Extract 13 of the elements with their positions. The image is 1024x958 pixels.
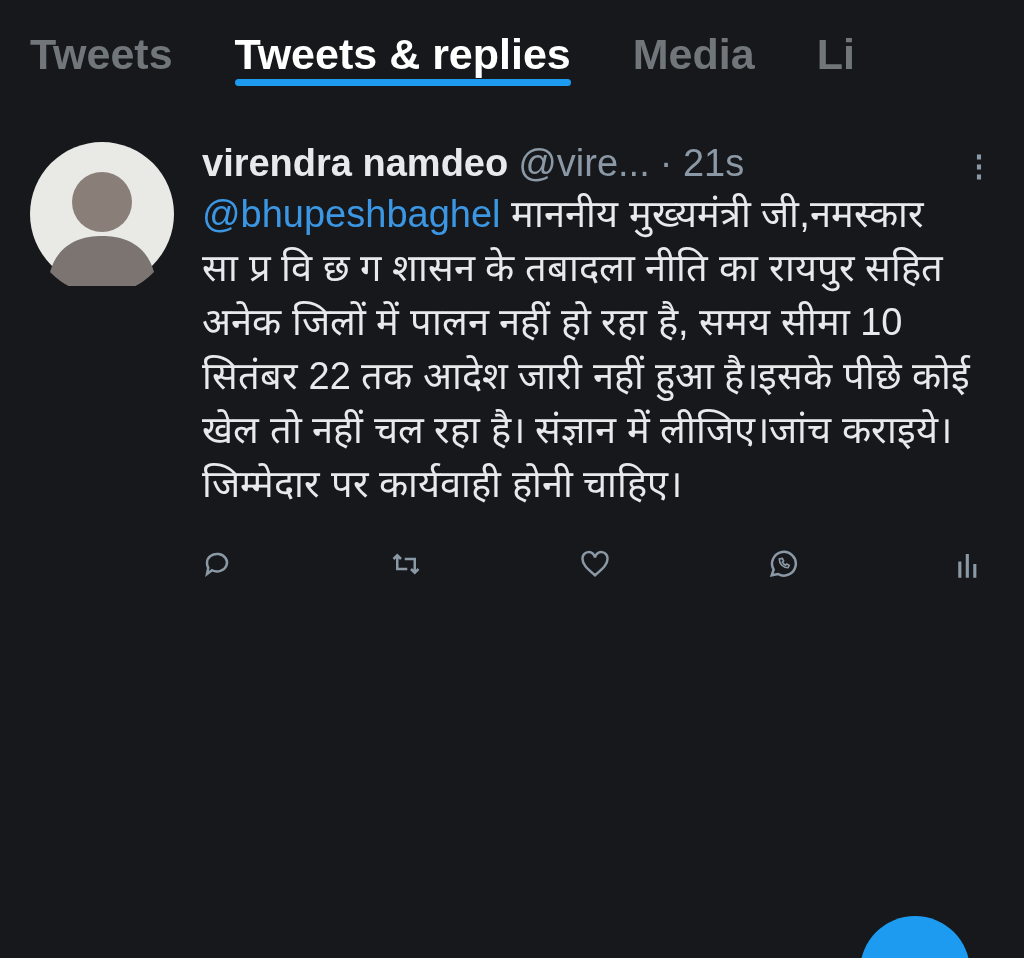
mention-link[interactable]: @bhupeshbaghel [202,193,501,235]
user-handle: @vire... [518,142,650,185]
chat-bubble-phone-icon[interactable] [768,549,798,579]
more-menu-button[interactable]: ⋮ [964,148,994,183]
user-name[interactable]: virendra namdeo [202,142,509,185]
tab[interactable]: Tweets [30,0,173,84]
tweet-text: @bhupeshbaghel माननीय मुख्यमंत्री जी,नमस्कार सा प्र वि छ ग शासन के तबादला नीति का रायपुर सहित अनेक जिलों में पालन नहीं हो रहा है, समय सीमा 10 सितंबर 22 तक आदेश जारी नहीं हुआ है।इसके पीछे कोई खेल तो नहीं चल रहा है। संज्ञान में लीजिए।जांच कराइये।जिम्मेदार पर कार्यवाही होनी चाहिए। [202,192,972,507]
heart-icon[interactable] [580,549,610,579]
timestamp: · 21s [659,142,745,185]
tab[interactable]: Li [816,0,855,84]
avatar[interactable] [30,142,174,286]
tab[interactable]: Tweets & replies [234,0,571,84]
tab[interactable]: Media [632,0,755,84]
